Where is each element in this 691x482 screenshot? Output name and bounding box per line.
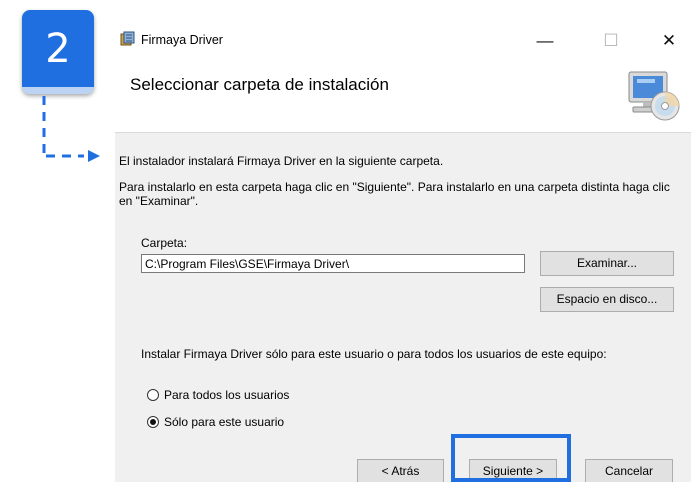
radio-label: Sólo para este usuario [164,415,285,429]
installer-app-icon [120,31,135,46]
maximize-button[interactable]: ☐ [591,26,631,56]
back-button[interactable]: < Atrás [357,459,444,482]
folder-path-input[interactable] [141,254,525,273]
title-bar[interactable]: Firmaya Driver — ☐ ✕ [115,18,691,54]
page-title: Seleccionar carpeta de instalación [130,75,389,94]
intro-text: El instalador instalará Firmaya Driver e… [119,154,444,168]
instructions-text: Para instalarlo en esta carpeta haga cli… [119,180,670,208]
browse-button[interactable]: Examinar... [540,251,674,276]
close-button[interactable]: ✕ [649,26,689,56]
dialog-body: El instalador instalará Firmaya Driver e… [115,132,691,482]
window-title: Firmaya Driver [141,33,223,47]
screenshot: 2 Firmaya Driver — ☐ ✕ Seleccionar carpe… [0,0,691,482]
computer-cd-icon [628,71,680,121]
radio-dot-icon [150,419,156,425]
dialog-header: Seleccionar carpeta de instalación [115,54,691,132]
minimize-button[interactable]: — [525,26,565,56]
dashed-arrow-icon [42,96,100,162]
install-scope-question: Instalar Firmaya Driver sólo para este u… [141,347,607,361]
next-button[interactable]: Siguiente > [469,459,557,482]
cancel-button[interactable]: Cancelar [585,459,673,482]
radio-button-selected[interactable] [147,416,159,428]
radio-label: Para todos los usuarios [164,388,290,402]
radio-button-unselected[interactable] [147,389,159,401]
installer-window: Firmaya Driver — ☐ ✕ Seleccionar carpeta… [115,18,691,482]
folder-label: Carpeta: [141,236,188,250]
disk-space-button[interactable]: Espacio en disco... [540,287,674,312]
